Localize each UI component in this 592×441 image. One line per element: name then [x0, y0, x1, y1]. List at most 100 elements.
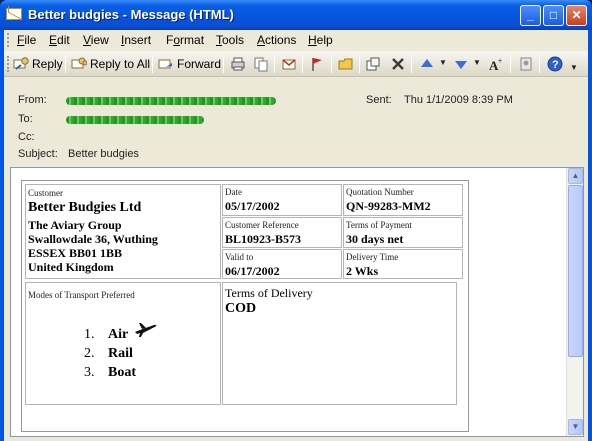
- terms-of-delivery-label: Terms of Delivery: [225, 286, 313, 300]
- transport-mode: Boat: [108, 365, 136, 380]
- customer-address-line: ESSEX BB01 1BB: [28, 246, 123, 260]
- date-label: Date: [225, 187, 242, 197]
- menu-view-rest: iew: [90, 33, 109, 47]
- open-icon[interactable]: [338, 56, 354, 72]
- delete-icon[interactable]: [390, 56, 406, 72]
- terms-of-payment-label: Terms of Payment: [346, 220, 412, 230]
- toolbar-separator: [65, 55, 66, 73]
- menu-grip[interactable]: [7, 33, 10, 47]
- subject-label: Subject:: [18, 148, 58, 160]
- toolbar-separator: [539, 55, 540, 73]
- transport-mode: Rail: [108, 346, 133, 361]
- menu-help[interactable]: Help: [308, 33, 333, 47]
- list-item: 3. Boat: [84, 365, 136, 384]
- scroll-down-button[interactable]: ▼: [568, 419, 583, 435]
- customer-reference-cell: Customer Reference BL10923-B573: [222, 217, 342, 248]
- close-button[interactable]: ✕: [566, 5, 587, 26]
- list-item: 1. Air: [84, 327, 136, 346]
- vertical-scrollbar[interactable]: ▲ ▼: [566, 168, 583, 436]
- reply-button[interactable]: Reply: [13, 54, 63, 74]
- reply-label: Reply: [32, 57, 63, 71]
- menu-actions[interactable]: Actions: [257, 33, 296, 47]
- toolbar-grip[interactable]: [7, 56, 10, 72]
- print-icon[interactable]: [230, 56, 246, 72]
- date-cell: Date 05/17/2002: [222, 184, 342, 216]
- valid-to-label: Valid to: [225, 252, 254, 262]
- from-label: From:: [18, 94, 47, 106]
- minimize-button[interactable]: _: [520, 5, 541, 26]
- cc-label: Cc:: [18, 131, 35, 143]
- forward-label: Forward: [177, 57, 222, 71]
- window-title: Better budgies - Message (HTML): [28, 7, 234, 22]
- customer-cell: Customer Better Budgies Ltd The Aviary G…: [25, 184, 221, 279]
- transport-mode: Air: [108, 327, 129, 342]
- menu-file[interactable]: File: [17, 33, 36, 47]
- transport-list: 1. Air 2. Rail 3. Boat: [84, 327, 136, 384]
- menu-tools[interactable]: Tools: [216, 33, 244, 47]
- quotation-number-cell: Quotation Number QN-99283-MM2: [343, 184, 463, 216]
- scroll-up-button[interactable]: ▲: [568, 168, 583, 184]
- transport-label: Modes of Transport Preferred: [28, 290, 135, 300]
- next-icon[interactable]: [453, 56, 469, 72]
- customer-address-line: United Kingdom: [28, 260, 114, 274]
- sent-value: Thu 1/1/2009 8:39 PM: [404, 94, 513, 106]
- reply-all-button[interactable]: Reply to All: [71, 54, 150, 74]
- menu-insert[interactable]: Insert: [121, 33, 151, 47]
- message-body[interactable]: Customer Better Budgies Ltd The Aviary G…: [10, 167, 584, 437]
- menu-file-rest: ile: [24, 33, 37, 47]
- customer-address-line: The Aviary Group: [28, 218, 122, 232]
- terms-of-payment-cell: Terms of Payment 30 days net: [343, 217, 463, 248]
- to-label: To:: [18, 113, 33, 125]
- menu-actions-rest: ctions: [265, 33, 297, 47]
- menu-help-rest: elp: [316, 33, 333, 47]
- terms-of-payment-value: 30 days net: [346, 232, 404, 246]
- toolbar-options-arrow[interactable]: ▼: [570, 63, 578, 72]
- move-to-folder-icon[interactable]: [365, 56, 381, 72]
- font-size-icon[interactable]: A +: [488, 56, 504, 72]
- maximize-button[interactable]: □: [543, 5, 564, 26]
- forward-icon: [158, 59, 172, 69]
- valid-to-cell: Valid to 06/17/2002: [222, 249, 342, 279]
- message-window: Better budgies - Message (HTML) _ □ ✕ Fi…: [0, 0, 592, 441]
- menu-edit-accel: E: [49, 33, 58, 47]
- list-number: 1.: [84, 327, 95, 342]
- message-header: From: Sent: Thu 1/1/2009 8:39 PM To: Cc:…: [4, 78, 588, 164]
- menu-tools-rest: ools: [222, 33, 245, 47]
- list-number: 2.: [84, 346, 95, 361]
- menu-insert-rest: nsert: [124, 33, 152, 47]
- quotation-document: Customer Better Budgies Ltd The Aviary G…: [21, 180, 469, 432]
- help-icon[interactable]: ?: [547, 56, 563, 72]
- move-icon[interactable]: [281, 56, 297, 72]
- address-book-icon[interactable]: [518, 56, 534, 72]
- previous-icon[interactable]: [419, 56, 435, 72]
- standard-toolbar: Reply Reply to All Forward ▼ ▼ A + ? ▼: [4, 51, 588, 77]
- flag-icon[interactable]: [309, 56, 325, 72]
- date-value: 05/17/2002: [225, 199, 280, 213]
- toolbar-separator: [331, 55, 332, 73]
- toolbar-separator: [510, 55, 511, 73]
- menu-edit[interactable]: Edit: [49, 33, 70, 47]
- copy-icon[interactable]: [253, 56, 269, 72]
- customer-name: Better Budgies Ltd: [28, 200, 142, 215]
- list-number: 3.: [84, 365, 95, 380]
- previous-dropdown-arrow[interactable]: ▼: [439, 58, 447, 67]
- sent-label: Sent:: [366, 94, 392, 106]
- menu-format[interactable]: Format: [166, 33, 204, 47]
- scroll-thumb[interactable]: [568, 185, 583, 357]
- terms-of-delivery-value: COD: [225, 301, 257, 316]
- forward-button[interactable]: Forward: [158, 54, 221, 74]
- reply-all-icon: [71, 57, 87, 69]
- title-bar[interactable]: Better budgies - Message (HTML) _ □ ✕: [0, 0, 592, 30]
- menu-edit-rest: dit: [57, 33, 70, 47]
- next-dropdown-arrow[interactable]: ▼: [473, 58, 481, 67]
- quotation-number-label: Quotation Number: [346, 187, 414, 197]
- menu-bar: File Edit View Insert Format Tools Actio…: [4, 30, 588, 50]
- customer-reference-value: BL10923-B573: [225, 232, 302, 246]
- menu-view[interactable]: View: [83, 33, 109, 47]
- svg-text:+: +: [498, 58, 502, 65]
- menu-format-rest: rmat: [180, 33, 205, 47]
- svg-text:?: ?: [552, 59, 559, 71]
- menu-actions-accel: A: [257, 33, 266, 47]
- toolbar-separator: [274, 55, 275, 73]
- toolbar-separator: [223, 55, 224, 73]
